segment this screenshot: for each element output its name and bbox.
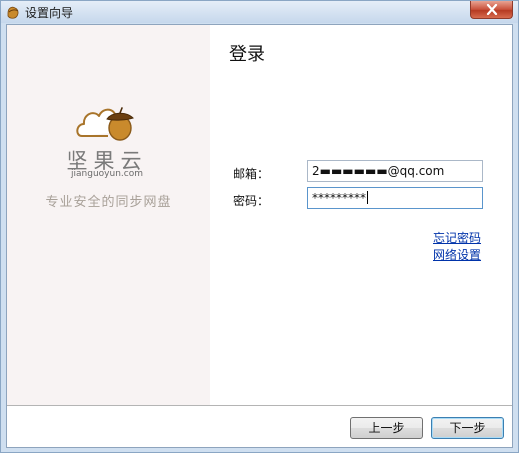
password-value: *********	[312, 191, 366, 205]
jianguoyun-app-icon	[7, 6, 19, 19]
back-button[interactable]: 上一步	[350, 417, 423, 439]
password-field[interactable]: *********	[307, 187, 483, 209]
title-bar[interactable]: 设置向导	[1, 1, 518, 23]
next-button[interactable]: 下一步	[431, 417, 504, 439]
email-field[interactable]: 2▬▬▬▬▬▬@qq.com	[307, 160, 483, 182]
login-heading: 登录	[229, 44, 265, 65]
close-icon	[486, 4, 498, 15]
text-caret	[367, 191, 368, 204]
setup-wizard-window: 设置向导 坚果云 jianguoyun.com 专业安全的同步网盘 登录 邮箱：…	[0, 0, 519, 453]
network-settings-link[interactable]: 网络设置	[433, 246, 481, 263]
forgot-password-link[interactable]: 忘记密码	[433, 229, 481, 246]
brand-url: jianguoyun.com	[71, 169, 143, 179]
close-button[interactable]	[470, 1, 513, 19]
brand-tagline: 专业安全的同步网盘	[45, 195, 172, 210]
email-label: 邮箱：	[233, 167, 270, 181]
password-label: 密码：	[233, 194, 270, 208]
email-value: 2▬▬▬▬▬▬@qq.com	[312, 164, 445, 178]
wizard-footer: 上一步 下一步	[7, 406, 512, 447]
wizard-content: 坚果云 jianguoyun.com 专业安全的同步网盘 登录 邮箱： 2▬▬▬…	[6, 24, 513, 448]
window-title: 设置向导	[25, 6, 74, 20]
jianguoyun-logo	[76, 107, 134, 141]
brand-panel: 坚果云 jianguoyun.com 专业安全的同步网盘	[7, 25, 210, 405]
